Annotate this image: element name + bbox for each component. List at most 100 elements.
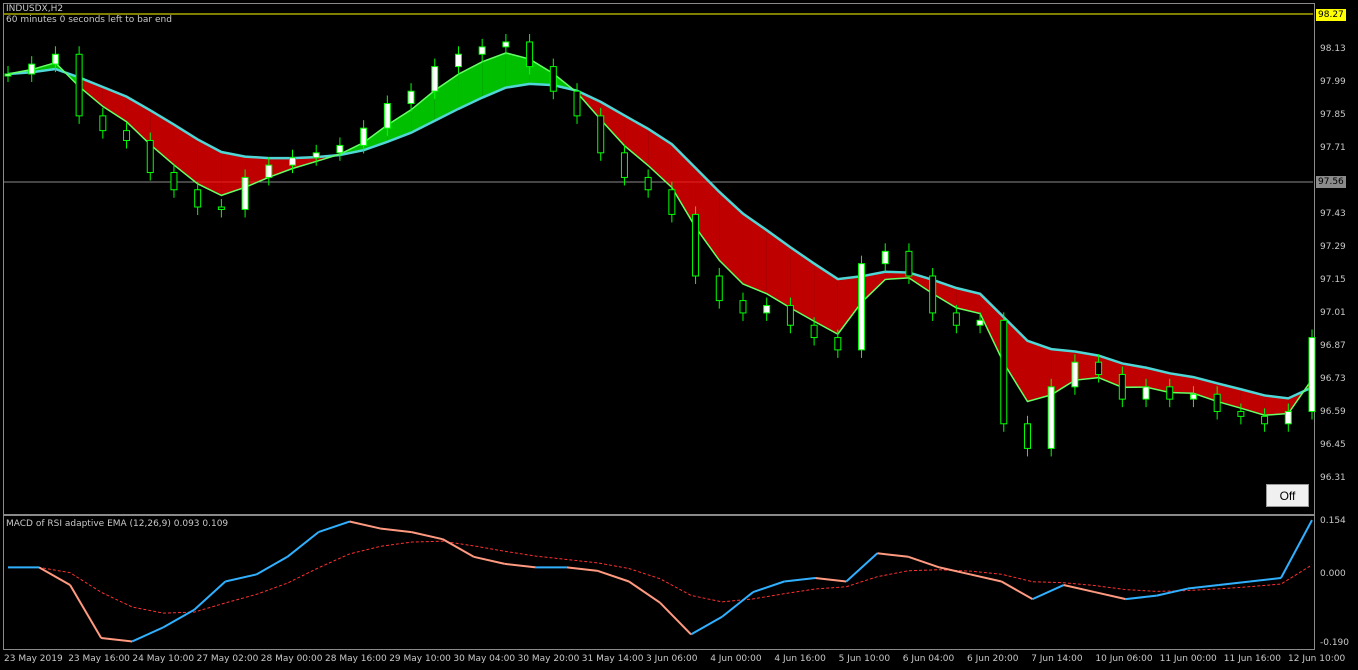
time-tick-label: 28 May 00:00 [260,654,323,664]
candle-body [478,46,486,55]
candle-body [146,139,154,174]
time-tick-label: 27 May 02:00 [196,654,259,664]
chart-canvas [4,13,1316,643]
macd-line-segment [877,552,909,558]
price-tick-label: 96.45 [1320,440,1346,450]
candle-body [834,337,842,351]
macd-line-segment [752,580,785,594]
time-tick-label: 4 Jun 16:00 [774,654,826,664]
off-button[interactable]: Off [1266,484,1309,507]
candle-body [668,189,676,215]
candle-body [976,319,984,326]
candle-body [454,53,462,68]
price-tick-label: 97.43 [1320,209,1346,219]
macd-line-segment [1063,584,1095,594]
candle-body [51,53,59,65]
macd-line-segment [690,615,723,636]
price-tick-label: 97.85 [1320,110,1346,120]
candle-body [1189,393,1197,400]
time-tick-label: 24 May 10:00 [132,654,195,664]
candle-body [905,250,913,277]
macd-line-segment [628,580,661,604]
cloud-segment [482,52,506,98]
cloud-segment [719,191,743,284]
macd-line-segment [721,591,754,618]
candle-body [1023,423,1031,449]
time-tick-label: 10 Jun 06:00 [1095,654,1153,664]
macd-line-segment [225,573,257,583]
candle-body [1308,337,1316,412]
macd-line-segment [815,576,847,583]
candle-body [1213,393,1221,412]
macd-line-segment [504,562,536,569]
macd-line-segment [101,636,133,643]
candle-body [810,324,818,339]
macd-line-segment [1218,580,1251,587]
candle-body [739,300,747,314]
time-tick-label: 23 May 2019 [4,654,63,664]
macd-line-segment [318,520,350,534]
candle-body [1237,410,1245,417]
candle-body [929,275,937,314]
candle-body [1071,361,1079,388]
time-tick-label: 30 May 04:00 [453,654,516,664]
subwindow-title: MACD of RSI adaptive EMA (12,26,9) 0.093… [6,519,229,529]
cloud-segment [458,61,483,109]
macd-line-segment [1187,584,1219,590]
candle-body [265,164,273,178]
time-tick-label: 6 Jun 20:00 [967,654,1019,664]
candle-body [1142,386,1150,400]
price-tick-label: 98.13 [1320,44,1346,54]
candle-body [289,157,297,166]
price-tick-label: 96.59 [1320,407,1346,417]
time-tick-label: 12 Jun 10:00 [1288,654,1346,664]
cloud-segment [1027,340,1052,402]
candle-body [241,176,249,210]
candle-body [336,144,344,154]
macd-line-segment [908,555,940,569]
macd-line-segment [69,584,103,639]
macd-line-segment [411,531,443,541]
candle-body [75,53,83,117]
price-tick-label: 97.01 [1320,308,1346,318]
candle-body [644,176,652,191]
candle-body [28,63,36,75]
candle-body [715,275,723,302]
macd-line-segment [845,552,879,583]
candle-body [573,90,581,117]
price-tick-label: 97.29 [1320,242,1346,252]
macd-line-segment [1001,580,1034,601]
price-tick-label: 97.99 [1320,77,1346,87]
ask-price-tag: 98.27 [1316,9,1346,21]
macd-line-segment [1280,519,1313,579]
price-tick-label: 97.71 [1320,143,1346,153]
time-tick-label: 30 May 20:00 [517,654,580,664]
candle-body [952,312,960,326]
candle-body [407,90,415,105]
price-tick-label: 97.15 [1320,275,1346,285]
candle-body [549,66,557,92]
bar-timer-label: 60 minutes 0 seconds left to bar end [6,15,172,25]
time-tick-label: 31 May 14:00 [581,654,644,664]
candle-body [431,66,439,92]
candle-body [692,213,700,277]
slow-ema-line [7,67,1313,400]
macd-line-segment [659,601,692,636]
macd-line-segment [442,538,475,558]
macd-line-segment [1156,587,1189,597]
macd-line-segment [597,569,630,583]
macd-line-segment [193,580,227,611]
cloud-segment [268,158,293,178]
price-tick-label: 96.87 [1320,341,1346,351]
time-tick-label: 7 Jun 14:00 [1031,654,1083,664]
price-tick-label: 96.31 [1320,473,1346,483]
candle-body [360,127,368,146]
candle-body [99,115,107,132]
macd-line-segment [349,520,381,530]
cloud-segment [837,276,862,335]
time-tick-label: 11 Jun 00:00 [1159,654,1217,664]
macd-line-segment [380,527,412,534]
candle-body [881,250,889,265]
candle-body [858,263,866,351]
cloud-segment [742,213,767,294]
